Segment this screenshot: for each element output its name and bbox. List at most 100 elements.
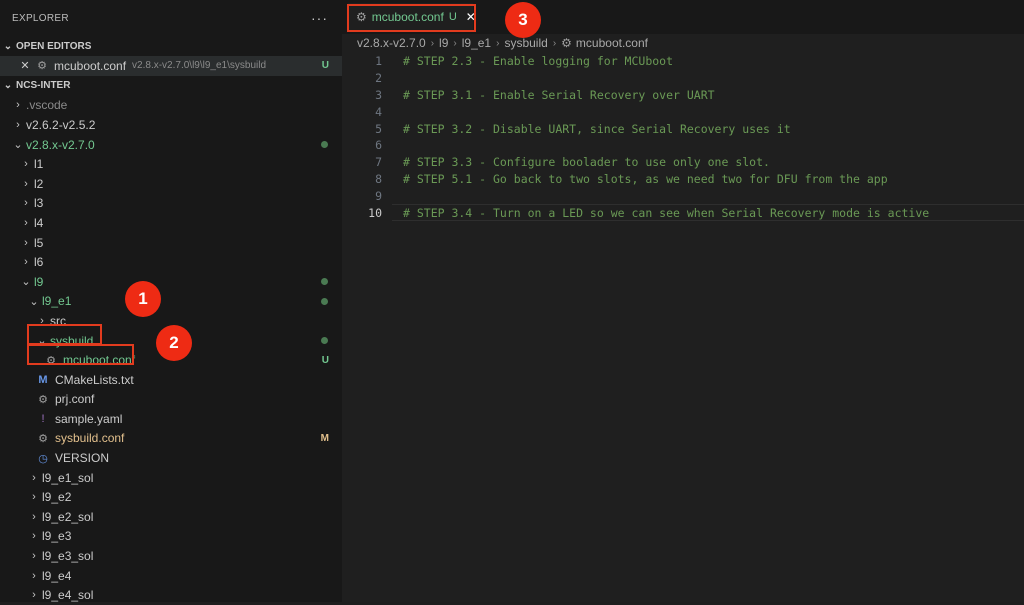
chevron-right-icon: › [552, 37, 557, 49]
tree-item-label: l9_e3 [42, 529, 72, 544]
tree-item-l9-e2[interactable]: › l9_e2 [0, 487, 342, 507]
tree-item-label: l4 [34, 215, 44, 230]
code-line[interactable]: 6 [342, 137, 1024, 154]
tree-item-label: l6 [34, 255, 44, 270]
code-line[interactable]: 1 # STEP 2.3 - Enable logging for MCUboot [342, 53, 1024, 70]
tree-item-v2-6-2-v2-5-2[interactable]: › v2.6.2-v2.5.2 [0, 115, 342, 135]
line-number: 9 [375, 188, 382, 203]
chevron-right-icon: › [24, 177, 28, 190]
modified-dot-icon [321, 337, 328, 345]
breadcrumb-item[interactable]: sysbuild [504, 36, 547, 50]
tree-item-version[interactable]: ◷ VERSION [0, 448, 342, 468]
close-icon[interactable]: ✕ [18, 59, 32, 72]
chevron-right-icon: › [16, 118, 20, 131]
gear-icon: ⚙ [38, 393, 48, 406]
open-editors-header: OPEN EDITORS [16, 40, 92, 52]
open-editors-section[interactable]: ⌄ OPEN EDITORS [0, 36, 342, 56]
tree-item-l2[interactable]: › l2 [0, 174, 342, 194]
open-editor-status: U [321, 60, 329, 72]
chevron-right-icon: › [32, 569, 36, 582]
tree-item-label: .vscode [26, 98, 68, 113]
tree-item-label: l9_e4 [42, 568, 72, 583]
open-editor-item[interactable]: ✕ ⚙ mcuboot.conf v2.8.x-v2.7.0\l9\l9_e1\… [0, 56, 342, 76]
code-line[interactable]: 3 # STEP 3.1 - Enable Serial Recovery ove… [342, 87, 1024, 104]
git-status-badge: M [320, 432, 329, 444]
line-number: 10 [368, 205, 382, 220]
tree-item-l9-e3-sol[interactable]: › l9_e3_sol [0, 546, 342, 566]
code-line[interactable]: 2 [342, 70, 1024, 87]
code-line[interactable]: 4 [342, 103, 1024, 120]
gear-icon: ⚙ [38, 432, 48, 445]
line-number: 1 [375, 54, 382, 69]
line-number: 2 [375, 71, 382, 86]
tree-item-l5[interactable]: › l5 [0, 233, 342, 253]
tree-item-sample-yaml[interactable]: ! sample.yaml [0, 409, 342, 429]
highlight-sysbuild [27, 324, 102, 345]
tree-item-l9-e2-sol[interactable]: › l9_e2_sol [0, 507, 342, 527]
chevron-down-icon: ⌄ [3, 80, 13, 92]
explorer-sidebar: EXPLORER ··· ⌄ OPEN EDITORS ✕ ⚙ mcuboot.… [0, 0, 342, 602]
tree-item-cmakelists-txt[interactable]: M CMakeLists.txt [0, 370, 342, 390]
tree-item-l9-e4[interactable]: › l9_e4 [0, 566, 342, 586]
tree-item-label: l9_e1 [42, 294, 72, 309]
chevron-down-icon: ⌄ [21, 276, 31, 289]
tree-item-label: v2.6.2-v2.5.2 [26, 117, 96, 132]
workspace-section[interactable]: ⌄ NCS-INTER [0, 76, 342, 96]
tree-item-sysbuild-conf[interactable]: ⚙ sysbuild.conf M [0, 429, 342, 449]
tree-item-l3[interactable]: › l3 [0, 194, 342, 214]
explorer-title: EXPLORER [12, 12, 69, 24]
breadcrumb-item[interactable]: l9_e1 [462, 36, 491, 50]
tree-item-prj-conf[interactable]: ⚙ prj.conf [0, 390, 342, 410]
tree-item-l6[interactable]: › l6 [0, 252, 342, 272]
tree-item-v2-8-x-v2-7-0[interactable]: ⌄ v2.8.x-v2.7.0 [0, 135, 342, 155]
chevron-right-icon: › [32, 491, 36, 504]
tree-item-label: l2 [34, 176, 44, 191]
tree-item-label: v2.8.x-v2.7.0 [26, 137, 95, 152]
breadcrumb-item[interactable]: mcuboot.conf [576, 36, 648, 50]
editor-area: ⚙ mcuboot.conf U ✕ v2.8.x-v2.7.0 › l9 › … [342, 0, 1024, 602]
chevron-down-icon: ⌄ [3, 40, 13, 52]
chevron-right-icon: › [32, 550, 36, 563]
git-status-badge: U [321, 354, 329, 366]
chevron-right-icon: › [32, 530, 36, 543]
code-line[interactable]: 8 # STEP 5.1 - Go back to two slots, as w… [342, 171, 1024, 188]
breadcrumb: v2.8.x-v2.7.0 › l9 › l9_e1 › sysbuild › … [342, 34, 1024, 52]
chevron-right-icon: › [32, 510, 36, 523]
tree-item-l9-e1[interactable]: ⌄ l9_e1 [0, 292, 342, 312]
code-line[interactable]: 9 [342, 187, 1024, 204]
chevron-down-icon: ⌄ [29, 295, 39, 308]
tree-item-label: l9 [34, 274, 44, 289]
tree-item-label: l9_e3_sol [42, 549, 94, 564]
code-line[interactable]: 7 # STEP 3.3 - Configure boolader to use … [342, 154, 1024, 171]
code-line[interactable]: 5 # STEP 3.2 - Disable UART, since Serial… [342, 120, 1024, 137]
workspace-header: NCS-INTER [16, 80, 71, 92]
chevron-right-icon: › [24, 256, 28, 269]
code-text: # STEP 5.1 - Go back to two slots, as we… [403, 171, 888, 186]
chevron-right-icon: › [32, 589, 36, 602]
chevron-right-icon: › [24, 197, 28, 210]
tree-item-l9-e3[interactable]: › l9_e3 [0, 527, 342, 547]
tree-item-label: l9_e2 [42, 490, 72, 505]
code-text: # STEP 2.3 - Enable logging for MCUboot [403, 54, 674, 69]
tree-item-l4[interactable]: › l4 [0, 213, 342, 233]
code-editor[interactable]: 1 # STEP 2.3 - Enable logging for MCUboot… [342, 53, 1024, 222]
breadcrumb-item[interactable]: v2.8.x-v2.7.0 [357, 36, 426, 50]
line-number: 4 [375, 104, 382, 119]
tree-item-l9-e4-sol[interactable]: › l9_e4_sol [0, 585, 342, 605]
tree-item-l9[interactable]: ⌄ l9 [0, 272, 342, 292]
tree-item-label: l9_e2_sol [42, 509, 94, 524]
yaml-icon: ! [41, 412, 45, 425]
step-badge: 2 [156, 325, 192, 361]
modified-dot-icon [321, 141, 328, 149]
line-number: 8 [375, 171, 382, 186]
tree-item-l1[interactable]: › l1 [0, 154, 342, 174]
more-actions-icon[interactable]: ··· [311, 10, 328, 26]
chevron-right-icon: › [24, 236, 28, 249]
tree-item-label: l9_e1_sol [42, 470, 94, 485]
tree-item-l9-e1-sol[interactable]: › l9_e1_sol [0, 468, 342, 488]
highlight-mcuboot-conf [27, 344, 134, 365]
tree-item--vscode[interactable]: › .vscode [0, 96, 342, 116]
breadcrumb-item[interactable]: l9 [439, 36, 448, 50]
modified-dot-icon [321, 297, 328, 305]
tree-item-label: CMakeLists.txt [55, 372, 134, 387]
